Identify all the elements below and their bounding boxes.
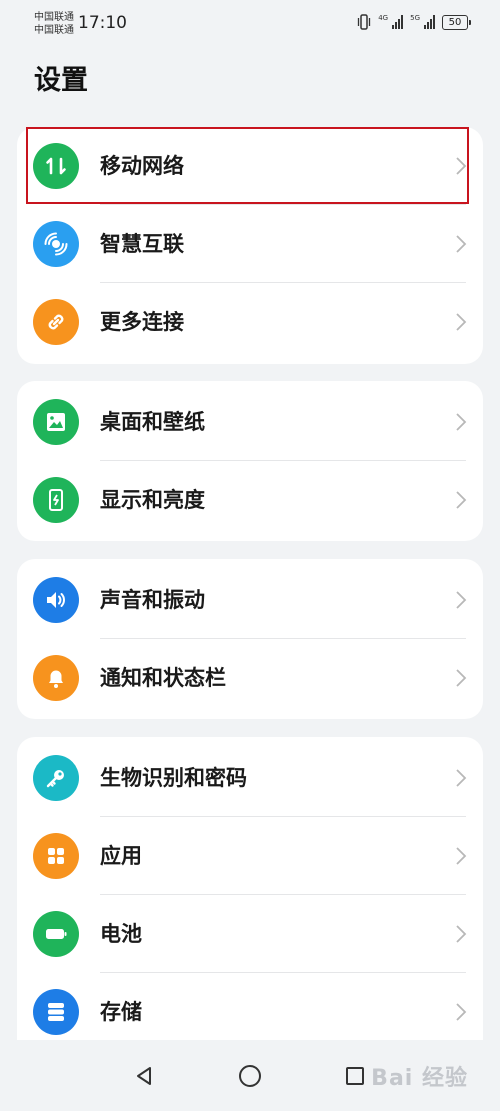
signal-sim2-icon: 5G [410,15,435,29]
chevron-right-icon [456,413,467,431]
settings-item-battery[interactable]: 电池 [17,895,483,973]
navigation-bar: Bai 经验 [0,1040,500,1111]
smart-connect-icon [33,221,79,267]
settings-item-label: 生物识别和密码 [100,766,247,790]
chevron-right-icon [456,847,467,865]
settings-group-display: 桌面和壁纸 显示和亮度 [17,381,483,541]
settings-item-label: 通知和状态栏 [100,666,226,690]
key-icon [33,755,79,801]
chevron-right-icon [456,669,467,687]
battery-indicator: 50 [442,14,471,30]
chevron-right-icon [456,1003,467,1021]
carrier-1: 中国联通 [34,12,74,23]
settings-item-biometrics-password[interactable]: 生物识别和密码 [17,739,483,817]
settings-item-more-connections[interactable]: 更多连接 [17,283,483,361]
sim1-network-label: 4G [378,14,389,22]
settings-item-label: 更多连接 [100,310,184,334]
recents-button[interactable] [340,1061,370,1091]
settings-item-apps[interactable]: 应用 [17,817,483,895]
chevron-right-icon [456,591,467,609]
chevron-right-icon [456,313,467,331]
chevron-right-icon [456,769,467,787]
apps-grid-icon [33,833,79,879]
carrier-2: 中国联通 [34,25,74,36]
recents-square-icon [346,1067,364,1085]
wallpaper-icon [33,399,79,445]
home-button[interactable] [235,1061,265,1091]
settings-item-display-brightness[interactable]: 显示和亮度 [17,461,483,539]
settings-item-smart-connect[interactable]: 智慧互联 [17,205,483,283]
settings-item-label: 显示和亮度 [100,488,205,512]
baidu-watermark: Bai 经验 [371,1066,468,1091]
settings-item-sound-vibration[interactable]: 声音和振动 [17,561,483,639]
display-brightness-icon [33,477,79,523]
bell-icon [33,655,79,701]
back-button[interactable] [129,1061,159,1091]
page-title: 设置 [34,65,88,96]
settings-item-desktop-wallpaper[interactable]: 桌面和壁纸 [17,383,483,461]
chevron-right-icon [456,491,467,509]
settings-item-notifications-statusbar[interactable]: 通知和状态栏 [17,639,483,717]
status-bar: 中国联通 中国联通 17:10 4G 5G 50 [0,0,500,46]
vibrate-icon [358,14,371,30]
signal-sim1-icon: 4G [378,14,404,29]
settings-item-label: 存储 [100,1000,142,1024]
settings-group-security-apps: 生物识别和密码 应用 电池 存储 [17,737,483,1067]
chevron-right-icon [456,235,467,253]
back-triangle-icon [137,1067,151,1085]
settings-item-label: 桌面和壁纸 [100,410,205,434]
battery-icon [33,911,79,957]
settings-group-sound-notify: 声音和振动 通知和状态栏 [17,559,483,719]
status-icons: 4G 5G 50 [357,14,471,30]
carrier-info: 中国联通 中国联通 [34,11,74,37]
home-circle-icon [239,1065,261,1087]
settings-item-label: 电池 [100,922,142,946]
chevron-right-icon [456,925,467,943]
settings-item-label: 智慧互联 [100,232,184,256]
link-icon [33,299,79,345]
highlight-box [26,127,469,204]
speaker-icon [33,577,79,623]
storage-icon [33,989,79,1035]
sim2-network-label: 5G [410,14,420,22]
clock: 17:10 [78,13,127,33]
settings-item-label: 声音和振动 [100,588,205,612]
settings-item-label: 应用 [100,844,142,868]
